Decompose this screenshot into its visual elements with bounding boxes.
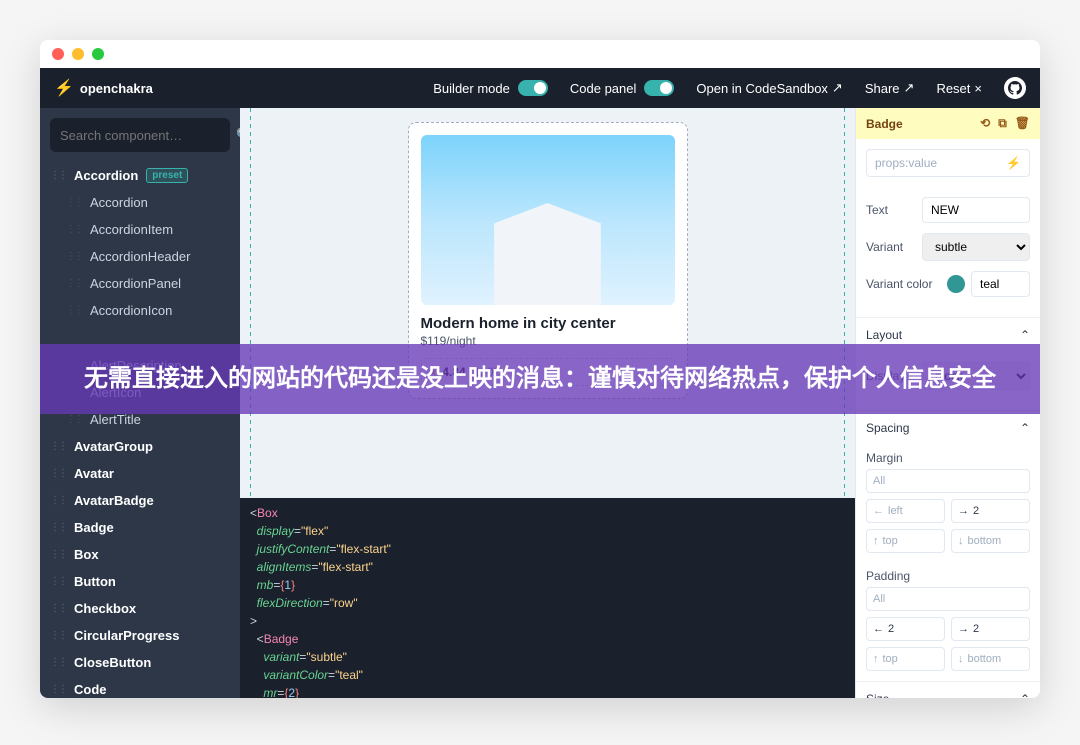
sidebar-item[interactable]: ⋮⋮AccordionItem	[40, 216, 240, 243]
close-window-icon[interactable]	[52, 48, 64, 60]
app-logo: ⚡ openchakra	[54, 78, 153, 98]
app-name: openchakra	[80, 81, 153, 96]
chevron-up-icon: ⌃	[1020, 692, 1030, 698]
variant-color-input[interactable]	[971, 271, 1030, 297]
padding-bottom-input[interactable]: ↓ bottom	[951, 647, 1030, 671]
margin-top-input[interactable]: ↑ top	[866, 529, 945, 553]
drag-handle-icon: ⋮⋮	[50, 170, 66, 181]
search-input[interactable]: 🔍	[50, 118, 230, 152]
inspector-header: Badge ⟲ ⧉ 🗑	[856, 108, 1040, 139]
trash-icon[interactable]: 🗑	[1015, 116, 1030, 131]
padding-top-input[interactable]: ↑ top	[866, 647, 945, 671]
sidebar-item[interactable]: ⋮⋮Code	[40, 676, 240, 698]
close-icon: ×	[974, 81, 982, 96]
sidebar-item[interactable]: ⋮⋮Accordion	[40, 189, 240, 216]
text-input[interactable]	[922, 197, 1030, 223]
size-section[interactable]: Size⌃	[856, 681, 1040, 698]
maximize-window-icon[interactable]	[92, 48, 104, 60]
open-codesandbox-link[interactable]: Open in CodeSandbox↗	[696, 80, 842, 96]
preset-badge: preset	[146, 168, 188, 183]
sidebar-item[interactable]: ⋮⋮CircularProgress	[40, 622, 240, 649]
sidebar-item[interactable]: ⋮⋮Button	[40, 568, 240, 595]
code-panel-toggle[interactable]: Code panel	[570, 80, 675, 96]
overlay-banner: 无需直接进入的网站的代码还是没上映的消息：谨慎对待网络热点，保护个人信息安全	[40, 344, 1040, 414]
variant-select[interactable]: subtle	[922, 233, 1030, 261]
padding-left-input[interactable]: ← 2	[866, 617, 945, 641]
chevron-up-icon: ⌃	[1020, 328, 1030, 342]
window-titlebar	[40, 40, 1040, 68]
bolt-icon: ⚡	[1006, 156, 1021, 170]
props-value-input[interactable]: props:value ⚡	[866, 149, 1030, 177]
refresh-icon[interactable]: ⟲	[980, 116, 990, 131]
margin-right-input[interactable]: → 2	[951, 499, 1030, 523]
github-icon[interactable]	[1004, 77, 1026, 99]
sidebar-item[interactable]: ⋮⋮AvatarBadge	[40, 487, 240, 514]
card-title: Modern home in city center	[421, 315, 675, 332]
sidebar-item[interactable]: ⋮⋮Badge	[40, 514, 240, 541]
builder-mode-toggle[interactable]: Builder mode	[433, 80, 548, 96]
padding-right-input[interactable]: → 2	[951, 617, 1030, 641]
bolt-icon: ⚡	[54, 78, 74, 98]
sidebar-item[interactable]: ⋮⋮AccordionIcon	[40, 297, 240, 324]
sidebar-item[interactable]: ⋮⋮CloseButton	[40, 649, 240, 676]
code-panel[interactable]: <Box display="flex" justifyContent="flex…	[240, 498, 855, 698]
external-link-icon: ↗	[832, 80, 843, 96]
color-swatch[interactable]	[947, 275, 965, 293]
preview-pane[interactable]: Modern home in city center $119/night ★ …	[240, 108, 855, 498]
chevron-up-icon: ⌃	[1020, 421, 1030, 435]
sidebar-item[interactable]: ⋮⋮Box	[40, 541, 240, 568]
copy-icon[interactable]: ⧉	[998, 116, 1007, 131]
minimize-window-icon[interactable]	[72, 48, 84, 60]
margin-left-input[interactable]: ← left	[866, 499, 945, 523]
sidebar-item[interactable]: ⋮⋮AccordionHeader	[40, 243, 240, 270]
reset-button[interactable]: Reset×	[936, 81, 982, 96]
sidebar-item[interactable]: ⋮⋮Checkbox	[40, 595, 240, 622]
sidebar-item[interactable]: ⋮⋮Avatar	[40, 460, 240, 487]
preview-image	[421, 135, 675, 305]
topbar: ⚡ openchakra Builder mode Code panel Ope…	[40, 68, 1040, 108]
margin-bottom-input[interactable]: ↓ bottom	[951, 529, 1030, 553]
sidebar-item[interactable]: ⋮⋮AvatarGroup	[40, 433, 240, 460]
margin-all-input[interactable]: All	[866, 469, 1030, 493]
sidebar-item-accordion[interactable]: ⋮⋮ Accordion preset	[40, 162, 240, 189]
app-window: ⚡ openchakra Builder mode Code panel Ope…	[40, 40, 1040, 698]
padding-all-input[interactable]: All	[866, 587, 1030, 611]
spacing-section[interactable]: Spacing⌃	[856, 410, 1040, 445]
sidebar-item[interactable]: ⋮⋮AccordionPanel	[40, 270, 240, 297]
external-link-icon: ↗	[904, 80, 915, 96]
share-link[interactable]: Share↗	[865, 80, 915, 96]
